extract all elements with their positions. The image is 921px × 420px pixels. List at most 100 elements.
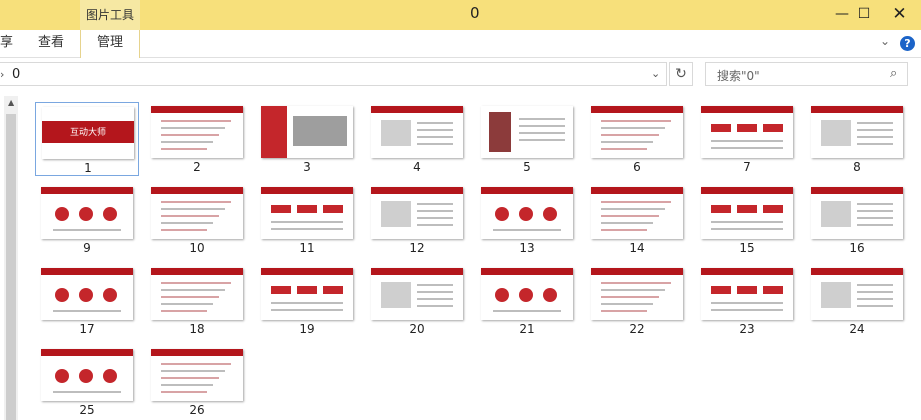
thumbnail-line — [857, 298, 893, 300]
nav-scrollbar[interactable]: ▲ — [4, 96, 18, 420]
file-item-1[interactable]: 互动大师 1 — [35, 102, 139, 176]
thumbnail-shape — [55, 369, 69, 383]
thumbnail-line — [161, 229, 207, 231]
file-item-4[interactable]: 4 — [365, 102, 469, 176]
thumbnail-image — [293, 116, 347, 146]
file-item-19[interactable]: 19 — [255, 264, 359, 338]
file-item-6[interactable]: 6 — [585, 102, 689, 176]
file-item-18[interactable]: 18 — [145, 264, 249, 338]
slide-thumbnail — [591, 106, 683, 158]
thumbnail-line — [161, 208, 225, 210]
file-item-22[interactable]: 22 — [585, 264, 689, 338]
thumbnail-header-band — [811, 187, 903, 194]
slide-thumbnail — [151, 106, 243, 158]
file-name-label: 12 — [409, 241, 425, 255]
slide-thumbnail — [41, 268, 133, 320]
file-item-24[interactable]: 24 — [805, 264, 909, 338]
navigation-pane: ▲ — [0, 90, 22, 420]
tab-manage[interactable]: 管理 — [80, 30, 140, 58]
scrollbar-thumb[interactable] — [6, 114, 16, 420]
thumbnail-line — [601, 296, 659, 298]
file-item-26[interactable]: 26 — [145, 345, 249, 419]
thumbnail-header-band — [371, 106, 463, 113]
file-item-14[interactable]: 14 — [585, 183, 689, 257]
thumbnail-shape — [79, 369, 93, 383]
slide-thumbnail — [371, 187, 463, 239]
address-bar[interactable]: › 0 ⌄ — [0, 62, 667, 86]
minimize-button[interactable]: — — [830, 0, 854, 30]
thumbnail-line — [417, 136, 453, 138]
thumbnail-line — [417, 129, 453, 131]
file-item-12[interactable]: 12 — [365, 183, 469, 257]
thumbnail-line — [161, 148, 207, 150]
thumbnail-line — [161, 303, 213, 305]
address-dropdown-icon[interactable]: ⌄ — [651, 67, 660, 80]
file-name-label: 10 — [189, 241, 205, 255]
close-button[interactable]: ✕ — [878, 0, 921, 30]
thumbnail-line — [601, 208, 665, 210]
slide-thumbnail — [261, 106, 353, 158]
thumbnail-line — [161, 370, 225, 372]
thumbnail-header-band — [41, 349, 133, 356]
thumbnail-line — [857, 122, 893, 124]
file-name-label: 19 — [299, 322, 315, 336]
file-item-21[interactable]: 21 — [475, 264, 579, 338]
thumbnail-line — [493, 310, 561, 312]
thumbnail-header-band — [701, 106, 793, 113]
breadcrumb-folder[interactable]: 0 — [12, 67, 20, 82]
thumbnail-line — [417, 284, 453, 286]
thumbnail-line — [601, 289, 665, 291]
file-item-20[interactable]: 20 — [365, 264, 469, 338]
file-item-3[interactable]: 3 — [255, 102, 359, 176]
search-input[interactable]: 搜索"0" ⌕ — [705, 62, 908, 86]
thumbnail-header-band — [701, 268, 793, 275]
thumbnail-shape — [711, 286, 731, 294]
thumbnail-line — [271, 228, 343, 230]
maximize-button[interactable]: ☐ — [852, 0, 876, 30]
file-name-label: 15 — [739, 241, 755, 255]
thumbnail-line — [161, 296, 219, 298]
thumbnail-header-band — [371, 187, 463, 194]
file-item-5[interactable]: 5 — [475, 102, 579, 176]
file-name-label: 13 — [519, 241, 535, 255]
file-item-9[interactable]: 9 — [35, 183, 139, 257]
thumbnail-line — [857, 291, 893, 293]
file-item-17[interactable]: 17 — [35, 264, 139, 338]
breadcrumb-chevron-icon[interactable]: › — [0, 68, 4, 81]
thumbnail-shape — [737, 205, 757, 213]
thumbnail-header-band — [481, 268, 573, 275]
thumbnail-line — [601, 141, 653, 143]
thumbnail-image — [381, 282, 411, 308]
refresh-button[interactable]: ↻ — [669, 62, 693, 86]
file-item-10[interactable]: 10 — [145, 183, 249, 257]
picture-tools-context-tab[interactable]: 图片工具 — [80, 0, 140, 30]
thumbnail-shape — [763, 286, 783, 294]
file-item-7[interactable]: 7 — [695, 102, 799, 176]
file-name-label: 3 — [303, 160, 311, 174]
file-item-25[interactable]: 25 — [35, 345, 139, 419]
file-item-23[interactable]: 23 — [695, 264, 799, 338]
file-item-13[interactable]: 13 — [475, 183, 579, 257]
thumbnail-line — [417, 224, 453, 226]
thumbnail-line — [857, 136, 893, 138]
thumbnail-header-band — [591, 187, 683, 194]
scroll-up-icon[interactable]: ▲ — [8, 98, 14, 107]
ribbon-tabs: 享 查看 管理 ⌄ ? — [0, 30, 921, 58]
thumbnail-header-band — [591, 106, 683, 113]
tab-view[interactable]: 查看 — [38, 30, 64, 58]
thumbnail-line — [601, 215, 659, 217]
file-item-15[interactable]: 15 — [695, 183, 799, 257]
thumbnail-side-band — [261, 106, 287, 158]
tab-share[interactable]: 享 — [0, 30, 13, 58]
file-item-16[interactable]: 16 — [805, 183, 909, 257]
thumbnail-line — [601, 127, 665, 129]
file-item-8[interactable]: 8 — [805, 102, 909, 176]
search-icon[interactable]: ⌕ — [890, 66, 897, 81]
chevron-down-icon[interactable]: ⌄ — [880, 34, 890, 48]
file-item-2[interactable]: 2 — [145, 102, 249, 176]
thumbnail-line — [519, 125, 565, 127]
file-item-11[interactable]: 11 — [255, 183, 359, 257]
thumbnail-header-band — [371, 268, 463, 275]
thumbnail-line — [161, 282, 231, 284]
help-icon[interactable]: ? — [900, 36, 915, 51]
